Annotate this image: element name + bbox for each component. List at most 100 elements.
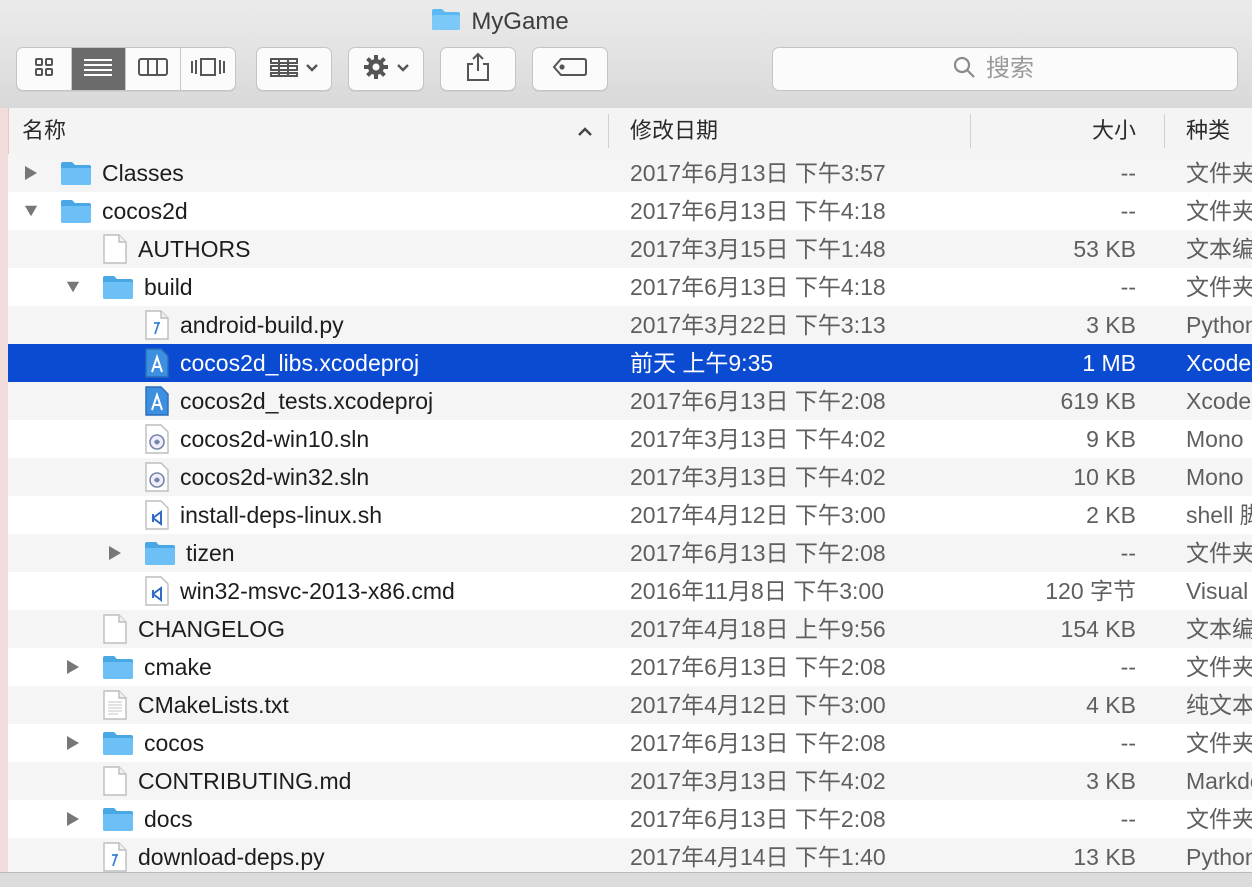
column-kind-label: 种类 xyxy=(1186,118,1231,143)
view-columns-button[interactable] xyxy=(126,48,181,90)
file-name: cocos2d xyxy=(102,198,188,224)
search-field[interactable] xyxy=(772,47,1238,91)
file-row[interactable]: win32-msvc-2013-x86.cmd 2016年11月8日 下午3:00… xyxy=(8,572,1252,610)
file-row[interactable]: cocos2d-win32.sln 2017年3月13日 下午4:02 10 KB M… xyxy=(8,458,1252,496)
file-name: cocos xyxy=(144,730,205,756)
file-kind: Xcode xyxy=(1186,388,1252,414)
file-row[interactable]: cocos2d-win10.sln 2017年3月13日 下午4:02 9 KB Mo… xyxy=(8,420,1252,458)
column-date-header[interactable]: 修改日期 xyxy=(630,108,970,154)
modified-date: 2017年4月14日 下午1:40 xyxy=(630,844,886,870)
file-row[interactable]: cocos2d_libs.xcodeproj 前天 上午9:35 1 MB Xcode xyxy=(8,344,1252,382)
file-kind: 文件夹 xyxy=(1186,198,1252,224)
folder-icon xyxy=(102,730,134,756)
group-icon xyxy=(269,56,299,83)
file-size: 10 KB xyxy=(1073,464,1136,490)
text-file-icon xyxy=(102,690,128,720)
chevron-down-icon xyxy=(396,60,410,78)
gear-icon xyxy=(362,53,390,86)
column-divider[interactable] xyxy=(970,114,971,148)
file-kind: 文件夹 xyxy=(1186,160,1252,186)
modified-date: 2017年4月12日 下午3:00 xyxy=(630,692,886,718)
modified-date: 2017年6月13日 下午2:08 xyxy=(630,654,886,680)
file-row[interactable]: download-deps.py 2017年4月14日 下午1:40 13 KB Py… xyxy=(8,838,1252,874)
file-size: 120 字节 xyxy=(1045,578,1136,604)
file-name: cocos2d_tests.xcodeproj xyxy=(180,388,434,414)
file-row[interactable]: AUTHORS 2017年3月15日 下午1:48 53 KB 文本编辑 xyxy=(8,230,1252,268)
file-kind: 文件夹 xyxy=(1186,654,1252,680)
column-size-header[interactable]: 大小 xyxy=(972,108,1136,154)
modified-date: 2017年6月13日 下午4:18 xyxy=(630,274,886,300)
modified-date: 2017年6月13日 下午3:57 xyxy=(630,160,886,186)
file-row[interactable]: CONTRIBUTING.md 2017年3月13日 下午4:02 3 KB Mark… xyxy=(8,762,1252,800)
folder-row[interactable]: cocos 2017年6月13日 下午2:08 -- 文件夹 xyxy=(8,724,1252,762)
folder-row[interactable]: build 2017年6月13日 下午4:18 -- 文件夹 xyxy=(8,268,1252,306)
file-kind: 文件夹 xyxy=(1186,730,1252,756)
document-icon xyxy=(102,234,128,264)
disclosure-triangle-icon[interactable] xyxy=(108,546,122,560)
modified-date: 2017年6月13日 下午2:08 xyxy=(630,388,886,414)
view-icons-button[interactable] xyxy=(17,48,72,90)
window-title: MyGame xyxy=(0,6,1000,38)
file-kind: 文本编辑 xyxy=(1186,236,1252,262)
disclosure-triangle-icon[interactable] xyxy=(66,660,80,674)
window-title-text: MyGame xyxy=(471,8,569,35)
view-coverflow-button[interactable] xyxy=(181,48,235,90)
file-size: 13 KB xyxy=(1073,844,1136,870)
modified-date: 2017年6月13日 下午2:08 xyxy=(630,540,886,566)
column-divider[interactable] xyxy=(608,114,609,148)
file-name: android-build.py xyxy=(180,312,344,338)
file-row[interactable]: android-build.py 2017年3月22日 下午3:13 3 KB Pyt… xyxy=(8,306,1252,344)
file-size: 3 KB xyxy=(1086,768,1136,794)
column-kind-header[interactable]: 种类 xyxy=(1186,108,1252,154)
file-kind: Python xyxy=(1186,844,1252,870)
search-input[interactable] xyxy=(984,54,1058,84)
file-kind: 文件夹 xyxy=(1186,274,1252,300)
modified-date: 2017年3月13日 下午4:02 xyxy=(630,464,886,490)
status-bar xyxy=(0,872,1252,887)
file-size: -- xyxy=(1120,198,1136,224)
group-button[interactable] xyxy=(256,47,332,91)
column-date-label: 修改日期 xyxy=(630,118,719,143)
folder-row[interactable]: tizen 2017年6月13日 下午2:08 -- 文件夹 xyxy=(8,534,1252,572)
view-columns-icon xyxy=(137,56,169,83)
folder-row[interactable]: docs 2017年6月13日 下午2:08 -- 文件夹 xyxy=(8,800,1252,838)
disclosure-triangle-icon[interactable] xyxy=(66,812,80,826)
file-kind: Markdown xyxy=(1186,768,1252,794)
folder-icon xyxy=(102,654,134,680)
file-size: 9 KB xyxy=(1086,426,1136,452)
file-row[interactable]: CHANGELOG 2017年4月18日 上午9:56 154 KB 文本编辑 xyxy=(8,610,1252,648)
disclosure-triangle-icon[interactable] xyxy=(66,736,80,750)
disclosure-triangle-icon[interactable] xyxy=(24,204,38,218)
file-size: -- xyxy=(1120,540,1136,566)
toolbar: MyGame xyxy=(0,0,1252,109)
folder-row[interactable]: Classes 2017年6月13日 下午3:57 -- 文件夹 xyxy=(8,154,1252,192)
column-name-header[interactable]: 名称 xyxy=(22,108,592,154)
folder-row[interactable]: cmake 2017年6月13日 下午2:08 -- 文件夹 xyxy=(8,648,1252,686)
disclosure-triangle-icon[interactable] xyxy=(24,166,38,180)
view-list-button[interactable] xyxy=(71,48,126,90)
file-name: cocos2d_libs.xcodeproj xyxy=(180,350,420,376)
solution-file-icon xyxy=(144,462,170,492)
file-row[interactable]: cocos2d_tests.xcodeproj 2017年6月13日 下午2:08… xyxy=(8,382,1252,420)
view-mode-control xyxy=(16,47,236,91)
disclosure-triangle-icon[interactable] xyxy=(66,280,80,294)
file-kind: Mono xyxy=(1186,426,1244,452)
modified-date: 2016年11月8日 下午3:00 xyxy=(630,578,884,604)
column-size-label: 大小 xyxy=(1091,118,1136,143)
solution-file-icon xyxy=(144,424,170,454)
column-divider[interactable] xyxy=(1164,114,1165,148)
file-row[interactable]: CMakeLists.txt 2017年4月12日 下午3:00 4 KB 纯文本 xyxy=(8,686,1252,724)
share-button[interactable] xyxy=(440,47,516,91)
tag-button[interactable] xyxy=(532,47,608,91)
file-size: -- xyxy=(1120,806,1136,832)
search-icon xyxy=(952,55,976,84)
modified-date: 2017年6月13日 下午4:18 xyxy=(630,198,886,224)
action-button[interactable] xyxy=(348,47,424,91)
file-name: AUTHORS xyxy=(138,236,251,262)
file-row[interactable]: install-deps-linux.sh 2017年4月12日 下午3:00 2 … xyxy=(8,496,1252,534)
file-size: -- xyxy=(1120,654,1136,680)
file-kind: Python xyxy=(1186,312,1252,338)
modified-date: 2017年4月18日 上午9:56 xyxy=(630,616,886,642)
folder-icon xyxy=(60,160,92,186)
folder-row[interactable]: cocos2d 2017年6月13日 下午4:18 -- 文件夹 xyxy=(8,192,1252,230)
